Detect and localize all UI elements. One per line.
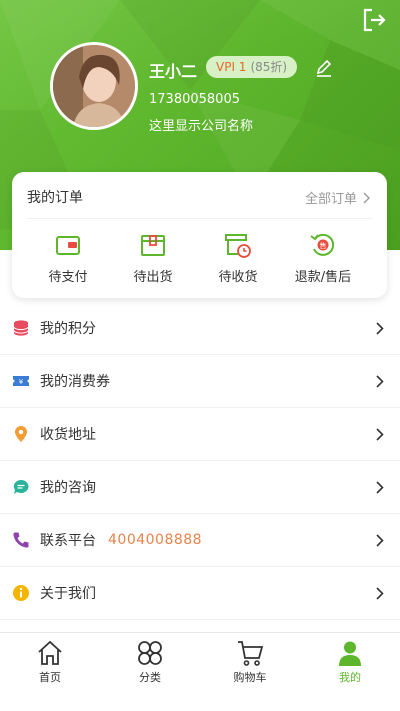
- tab-label: 购物车: [233, 671, 267, 684]
- all-orders-link[interactable]: 全部订单: [305, 188, 371, 207]
- svg-text:¥: ¥: [19, 378, 24, 386]
- vip-badge: VPI 1 (85折): [206, 56, 298, 78]
- order-item-label: 待出货: [133, 270, 173, 285]
- chevron-right-icon: [363, 192, 370, 203]
- delivery-clock-icon: [225, 234, 251, 258]
- tab-label: 我的: [339, 671, 361, 684]
- avatar-photo: [53, 45, 135, 127]
- order-pending-payment[interactable]: 待支付: [28, 230, 108, 285]
- orders-title: 我的订单: [27, 190, 83, 206]
- tab-label: 首页: [39, 671, 61, 684]
- wallet-icon: [56, 236, 80, 255]
- order-pending-receipt[interactable]: 待收货: [198, 230, 278, 285]
- all-orders-label: 全部订单: [304, 192, 357, 207]
- info-icon: [13, 585, 29, 601]
- menu-item-label: 收货地址: [40, 427, 96, 443]
- order-pending-shipment[interactable]: 待出货: [113, 230, 193, 285]
- tab-category[interactable]: 分类: [100, 633, 200, 686]
- chat-icon: [13, 480, 29, 494]
- svg-text:售: 售: [320, 241, 327, 250]
- box-icon: [141, 235, 165, 256]
- chevron-right-icon: [376, 322, 384, 335]
- menu-item-label: 我的咨询: [40, 480, 96, 496]
- company-name: 这里显示公司名称: [149, 119, 254, 134]
- user-icon: [339, 641, 361, 666]
- location-pin-icon: [15, 426, 27, 442]
- tab-mine[interactable]: 我的: [300, 633, 400, 686]
- edit-icon[interactable]: [314, 58, 334, 78]
- menu-item-label: 联系平台: [40, 533, 96, 549]
- avatar[interactable]: [50, 42, 138, 130]
- phone-number: 17380058005: [149, 92, 240, 107]
- vip-discount: (85折): [250, 60, 288, 74]
- menu-item-coupons[interactable]: ¥ 我的消费券: [0, 355, 400, 408]
- bottom-safe-area: [0, 686, 400, 711]
- chevron-right-icon: [376, 587, 384, 600]
- logout-icon[interactable]: [360, 6, 388, 34]
- platform-hotline[interactable]: 4004008888: [108, 532, 202, 548]
- home-icon: [38, 640, 62, 665]
- phone-icon: [13, 532, 29, 548]
- vip-level: VPI 1: [216, 60, 247, 74]
- orders-card: 我的订单 全部订单 待支付 待出货 待收货 售 退款/售后: [12, 172, 387, 298]
- cart-icon: [238, 641, 264, 666]
- chevron-right-icon: [376, 534, 384, 547]
- refund-icon: 售: [310, 233, 335, 256]
- order-item-label: 退款/售后: [294, 270, 352, 285]
- menu-item-label: 我的积分: [40, 321, 96, 337]
- database-icon: [13, 320, 29, 336]
- menu-item-contact[interactable]: 联系平台 4004008888: [0, 514, 400, 567]
- menu-item-address[interactable]: 收货地址: [0, 408, 400, 461]
- order-refund[interactable]: 售 退款/售后: [283, 230, 363, 285]
- chevron-right-icon: [376, 428, 384, 441]
- menu-item-label: 关于我们: [40, 586, 96, 602]
- menu-item-label: 我的消费券: [40, 374, 110, 390]
- profile-menu: 我的积分 ¥ 我的消费券 收货地址 我的咨询 联系平台 4004008888 关…: [0, 302, 400, 620]
- chevron-right-icon: [376, 481, 384, 494]
- category-icon: [138, 641, 162, 665]
- tab-home[interactable]: 首页: [0, 633, 100, 686]
- tab-label: 分类: [139, 671, 161, 684]
- user-name: 王小二: [149, 62, 198, 81]
- bottom-tab-bar: 首页 分类 购物车 我的: [0, 632, 400, 686]
- order-item-label: 待收货: [218, 270, 258, 285]
- tab-cart[interactable]: 购物车: [200, 633, 300, 686]
- chevron-right-icon: [376, 375, 384, 388]
- coupon-icon: ¥: [13, 376, 29, 386]
- divider: [27, 218, 372, 219]
- menu-item-about[interactable]: 关于我们: [0, 567, 400, 620]
- menu-item-points[interactable]: 我的积分: [0, 302, 400, 355]
- menu-item-consult[interactable]: 我的咨询: [0, 461, 400, 514]
- order-item-label: 待支付: [48, 270, 88, 285]
